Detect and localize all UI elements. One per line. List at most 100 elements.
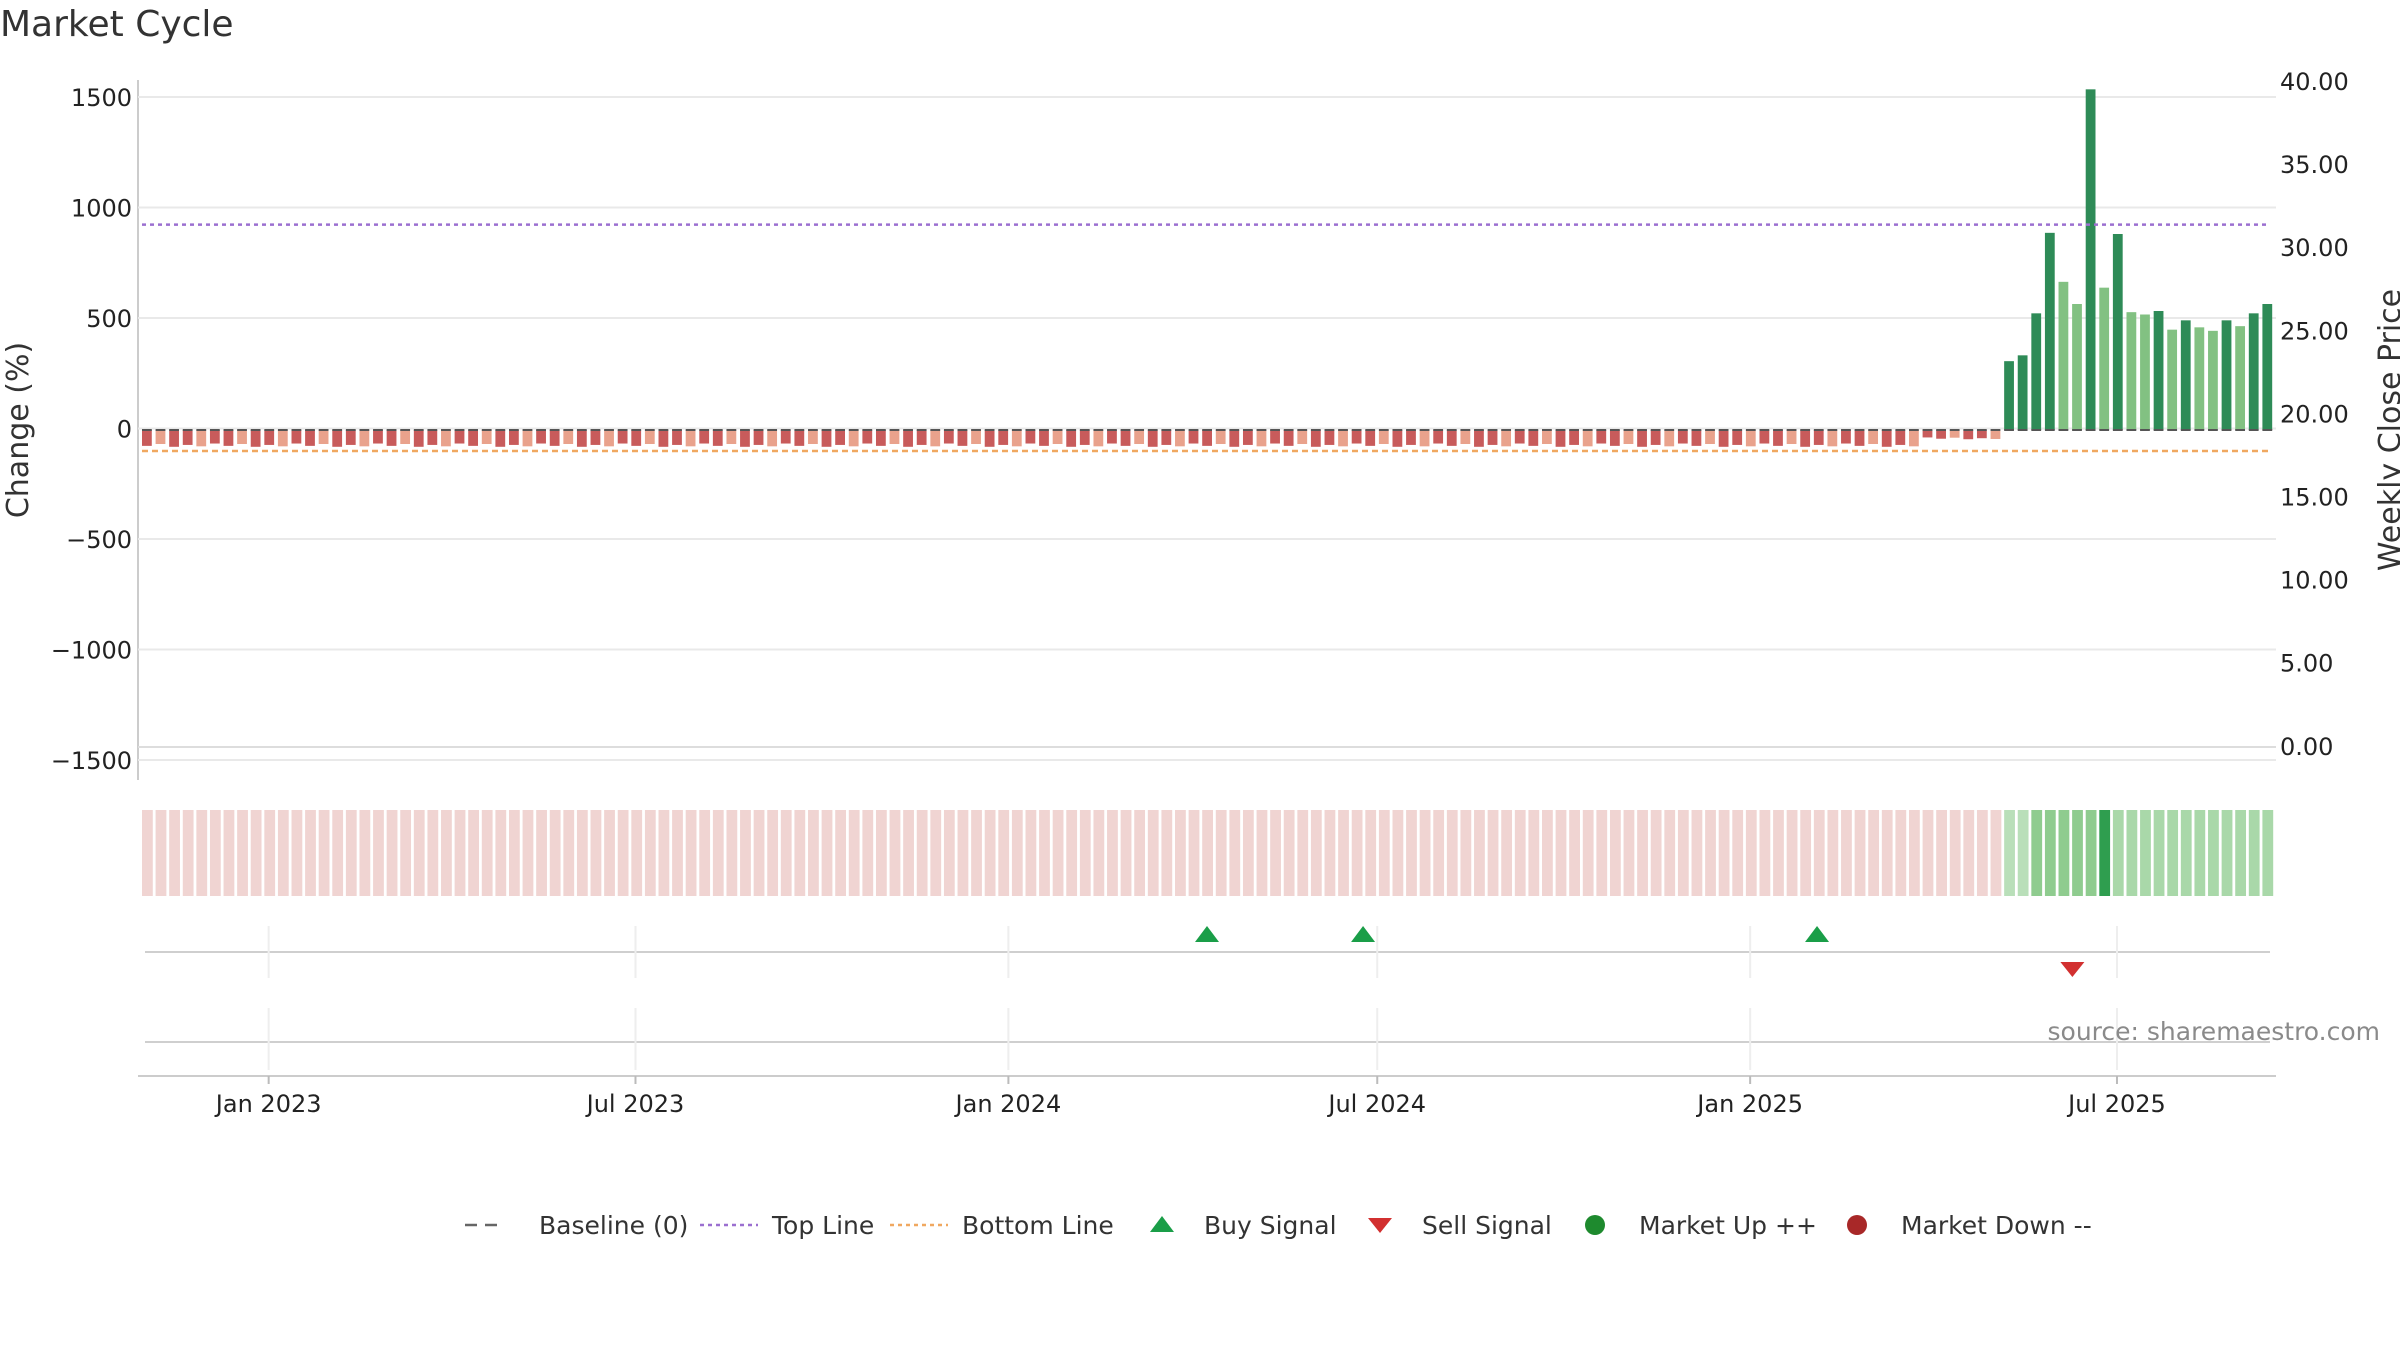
cycle-strip-band	[1664, 810, 1676, 896]
cycle-strip-band	[1175, 810, 1186, 896]
cycle-strip-band	[1922, 810, 1934, 896]
change-bar	[1854, 430, 1865, 446]
change-bar	[1487, 430, 1498, 445]
x-tick-label: Jul 2025	[2066, 1090, 2166, 1118]
change-bar	[2017, 355, 2028, 430]
change-bar	[468, 430, 479, 446]
change-bar	[1705, 430, 1715, 444]
change-bar	[2044, 232, 2055, 430]
change-bar	[1147, 430, 1158, 447]
cycle-strip-band	[1229, 810, 1241, 896]
cycle-strip-band	[590, 810, 602, 896]
change-bar	[1813, 430, 1824, 445]
cycle-strip-band	[835, 810, 846, 896]
change-bar	[1460, 430, 1471, 444]
cycle-strip-band	[2140, 810, 2151, 896]
signal-panel	[138, 926, 2276, 1077]
change-bar	[943, 430, 954, 444]
cycle-strip-band	[481, 810, 493, 896]
cycle-strip-band	[549, 810, 561, 896]
cycle-strip-band	[2126, 810, 2138, 896]
source-label: source: sharemaestro.com	[2048, 1017, 2381, 1046]
change-bar	[549, 430, 560, 446]
cycle-strip-band	[1501, 810, 1513, 896]
change-bar	[780, 430, 791, 444]
change-bar	[1351, 430, 1362, 444]
cycle-strip-band	[1011, 810, 1023, 896]
change-bar	[1310, 430, 1321, 447]
legend-label: Top Line	[771, 1211, 874, 1240]
cycle-strip-band	[413, 810, 425, 896]
change-bar	[1922, 430, 1933, 438]
cycle-strip-band	[373, 810, 384, 896]
cycle-strip-band	[1025, 810, 1037, 896]
buy-signal-marker	[1351, 926, 1376, 942]
change-bar	[1936, 430, 1946, 439]
cycle-strip-band	[875, 810, 887, 896]
cycle-strip-band	[1202, 810, 1213, 896]
cycle-strip-band	[1093, 810, 1105, 896]
cycle-strip-band	[441, 810, 452, 896]
change-bar	[1542, 430, 1552, 444]
cycle-strip-band	[1786, 810, 1798, 896]
cycle-strip-band	[1392, 810, 1404, 896]
legend-label: Market Up ++	[1639, 1211, 1817, 1240]
cycle-strip-band	[1310, 810, 1322, 896]
cycle-strip-band	[1895, 810, 1907, 896]
cycle-strip-band	[753, 810, 765, 896]
cycle-strip-band	[2153, 810, 2165, 896]
cycle-strip-band	[1650, 810, 1662, 896]
cycle-strip-band	[1514, 810, 1526, 896]
change-bar	[1446, 430, 1457, 446]
change-bar	[1637, 430, 1647, 447]
sell-signal-marker	[2060, 962, 2085, 977]
change-bar	[291, 430, 302, 444]
cycle-strip-band	[576, 810, 588, 896]
cycle-strip-band	[250, 810, 262, 896]
cycle-strip-band	[1881, 810, 1893, 896]
cycle-strip-band	[2085, 810, 2097, 896]
change-bar	[1501, 430, 1512, 447]
y2-axis-ticks: 40.00 35.00 30.00 25.00 20.00 15.00 10.00 5.00 0…	[2280, 68, 2349, 761]
cycle-strip-band	[2167, 810, 2179, 896]
change-bar	[2153, 311, 2164, 430]
cycle-strip-band	[2235, 810, 2247, 896]
change-bar	[1052, 430, 1063, 444]
cycle-strip-band	[468, 810, 480, 896]
cycle-strip-band	[2180, 810, 2192, 896]
change-bar	[209, 430, 220, 444]
cycle-strip-band	[1841, 810, 1852, 896]
change-bar	[2235, 326, 2246, 430]
y2-axis-label: Weekly Close Price	[2373, 289, 2400, 571]
cycle-strip-band	[2208, 810, 2219, 896]
cycle-strip-band	[903, 810, 914, 896]
cycle-strip-band	[808, 810, 819, 896]
legend-label: Market Down --	[1901, 1211, 2092, 1240]
change-bar	[1528, 430, 1539, 446]
cycle-strip-band	[984, 810, 996, 896]
change-bar	[1392, 430, 1403, 447]
cycle-strip-band	[957, 810, 969, 896]
change-bar	[903, 430, 913, 447]
change-bar	[1732, 430, 1743, 445]
change-bar	[1406, 430, 1416, 445]
cycle-strip-band	[1147, 810, 1159, 896]
cycle-strip-band	[943, 810, 955, 896]
change-bar	[1895, 430, 1906, 445]
cycle-strip-band	[2248, 810, 2260, 896]
legend-buy-marker	[1150, 1216, 1174, 1232]
change-bar	[386, 430, 397, 446]
legend-label: Sell Signal	[1422, 1211, 1552, 1240]
cycle-strip-band	[1338, 810, 1349, 896]
cycle-strip-band	[223, 810, 235, 896]
cycle-strip-band	[1365, 810, 1377, 896]
cycle-strip-band	[794, 810, 806, 896]
cycle-strip-band	[1609, 810, 1621, 896]
change-bar	[481, 430, 492, 444]
change-bar	[617, 430, 628, 444]
cycle-strip-band	[427, 810, 439, 896]
change-bar	[1175, 430, 1185, 447]
cycle-strip-band	[1691, 810, 1703, 896]
legend-circle-marker	[1585, 1215, 1605, 1235]
change-bar	[848, 430, 859, 447]
